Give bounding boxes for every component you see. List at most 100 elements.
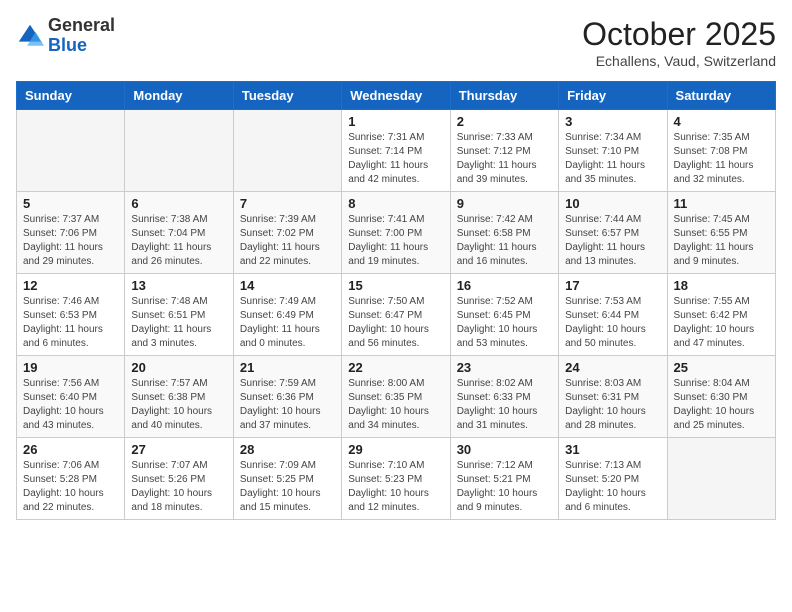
day-number: 2	[457, 114, 552, 129]
day-info: Sunrise: 7:12 AM Sunset: 5:21 PM Dayligh…	[457, 459, 552, 515]
day-number: 30	[457, 442, 552, 457]
day-info: Sunrise: 7:09 AM Sunset: 5:25 PM Dayligh…	[240, 459, 335, 515]
week-row-3: 12 Sunrise: 7:46 AM Sunset: 6:53 PM Dayli…	[17, 274, 776, 356]
day-cell: 26Sunrise: 7:06 AM Sunset: 5:28 PM Dayli…	[17, 438, 125, 520]
day-number: 19	[23, 360, 118, 375]
day-info: Sunrise: 7:57 AM Sunset: 6:38 PM Dayligh…	[131, 377, 226, 433]
day-info: Sunrise: 7:44 AM Sunset: 6:57 PM Dayligh…	[565, 213, 660, 269]
day-number: 4	[674, 114, 769, 129]
day-cell: 29 Sunrise: 7:10 AM Sunset: 5:23 PM Dayli…	[342, 438, 450, 520]
calendar-table: SundayMondayTuesdayWednesdayThursdayFrid…	[16, 81, 776, 520]
day-number: 9	[457, 196, 552, 211]
day-info: Sunrise: 7:10 AM Sunset: 5:23 PM Dayligh…	[348, 459, 443, 515]
day-number: 12	[23, 278, 118, 293]
day-number: 27	[131, 442, 226, 457]
day-number: 20	[131, 360, 226, 375]
day-cell: 5Sunrise: 7:37 AM Sunset: 7:06 PM Daylig…	[17, 192, 125, 274]
day-cell: 19 Sunrise: 7:56 AM Sunset: 6:40 PM Dayli…	[17, 356, 125, 438]
day-cell: 7 Sunrise: 7:39 AM Sunset: 7:02 PM Daylig…	[233, 192, 341, 274]
day-cell	[125, 110, 233, 192]
day-info: Sunrise: 7:42 AM Sunset: 6:58 PM Dayligh…	[457, 213, 552, 269]
day-number: 8	[348, 196, 443, 211]
day-cell: 9 Sunrise: 7:42 AM Sunset: 6:58 PM Daylig…	[450, 192, 558, 274]
day-number: 22	[348, 360, 443, 375]
day-info: Sunrise: 7:13 AM Sunset: 5:20 PM Dayligh…	[565, 459, 660, 515]
day-cell: 18Sunrise: 7:55 AM Sunset: 6:42 PM Dayli…	[667, 274, 775, 356]
day-number: 17	[565, 278, 660, 293]
page-header: General Blue October 2025 Echallens, Vau…	[16, 16, 776, 69]
day-info: Sunrise: 7:33 AM Sunset: 7:12 PM Dayligh…	[457, 131, 552, 187]
day-number: 16	[457, 278, 552, 293]
day-number: 13	[131, 278, 226, 293]
day-info: Sunrise: 7:06 AM Sunset: 5:28 PM Dayligh…	[23, 459, 118, 515]
logo-general: General	[48, 16, 115, 36]
day-info: Sunrise: 7:07 AM Sunset: 5:26 PM Dayligh…	[131, 459, 226, 515]
header-cell-saturday: Saturday	[667, 82, 775, 110]
calendar-header: SundayMondayTuesdayWednesdayThursdayFrid…	[17, 82, 776, 110]
day-info: Sunrise: 7:56 AM Sunset: 6:40 PM Dayligh…	[23, 377, 118, 433]
day-number: 31	[565, 442, 660, 457]
header-row: SundayMondayTuesdayWednesdayThursdayFrid…	[17, 82, 776, 110]
day-number: 15	[348, 278, 443, 293]
day-cell	[17, 110, 125, 192]
day-number: 23	[457, 360, 552, 375]
month-title: October 2025	[582, 16, 776, 53]
day-cell	[233, 110, 341, 192]
week-row-1: 1Sunrise: 7:31 AM Sunset: 7:14 PM Daylig…	[17, 110, 776, 192]
day-cell: 14Sunrise: 7:49 AM Sunset: 6:49 PM Dayli…	[233, 274, 341, 356]
day-cell: 25Sunrise: 8:04 AM Sunset: 6:30 PM Dayli…	[667, 356, 775, 438]
day-info: Sunrise: 7:46 AM Sunset: 6:53 PM Dayligh…	[23, 295, 118, 351]
header-cell-wednesday: Wednesday	[342, 82, 450, 110]
day-number: 7	[240, 196, 335, 211]
header-cell-friday: Friday	[559, 82, 667, 110]
day-cell: 11 Sunrise: 7:45 AM Sunset: 6:55 PM Dayli…	[667, 192, 775, 274]
day-info: Sunrise: 8:00 AM Sunset: 6:35 PM Dayligh…	[348, 377, 443, 433]
day-cell: 24Sunrise: 8:03 AM Sunset: 6:31 PM Dayli…	[559, 356, 667, 438]
day-cell: 4Sunrise: 7:35 AM Sunset: 7:08 PM Daylig…	[667, 110, 775, 192]
week-row-5: 26Sunrise: 7:06 AM Sunset: 5:28 PM Dayli…	[17, 438, 776, 520]
day-cell: 28 Sunrise: 7:09 AM Sunset: 5:25 PM Dayli…	[233, 438, 341, 520]
day-number: 3	[565, 114, 660, 129]
title-block: October 2025 Echallens, Vaud, Switzerlan…	[582, 16, 776, 69]
logo-icon	[16, 22, 44, 50]
day-cell: 22 Sunrise: 8:00 AM Sunset: 6:35 PM Dayli…	[342, 356, 450, 438]
day-cell: 6Sunrise: 7:38 AM Sunset: 7:04 PM Daylig…	[125, 192, 233, 274]
day-cell: 21 Sunrise: 7:59 AM Sunset: 6:36 PM Dayli…	[233, 356, 341, 438]
day-cell: 13 Sunrise: 7:48 AM Sunset: 6:51 PM Dayli…	[125, 274, 233, 356]
day-number: 14	[240, 278, 335, 293]
day-info: Sunrise: 7:50 AM Sunset: 6:47 PM Dayligh…	[348, 295, 443, 351]
day-info: Sunrise: 7:34 AM Sunset: 7:10 PM Dayligh…	[565, 131, 660, 187]
header-cell-tuesday: Tuesday	[233, 82, 341, 110]
day-number: 11	[674, 196, 769, 211]
day-info: Sunrise: 7:39 AM Sunset: 7:02 PM Dayligh…	[240, 213, 335, 269]
day-info: Sunrise: 7:31 AM Sunset: 7:14 PM Dayligh…	[348, 131, 443, 187]
header-cell-monday: Monday	[125, 82, 233, 110]
day-number: 21	[240, 360, 335, 375]
logo-text: General Blue	[48, 16, 115, 56]
day-info: Sunrise: 7:53 AM Sunset: 6:44 PM Dayligh…	[565, 295, 660, 351]
day-info: Sunrise: 8:03 AM Sunset: 6:31 PM Dayligh…	[565, 377, 660, 433]
day-cell: 17 Sunrise: 7:53 AM Sunset: 6:44 PM Dayli…	[559, 274, 667, 356]
day-info: Sunrise: 7:37 AM Sunset: 7:06 PM Dayligh…	[23, 213, 118, 269]
day-number: 18	[674, 278, 769, 293]
day-cell: 10 Sunrise: 7:44 AM Sunset: 6:57 PM Dayli…	[559, 192, 667, 274]
logo-blue: Blue	[48, 36, 115, 56]
day-number: 10	[565, 196, 660, 211]
week-row-4: 19 Sunrise: 7:56 AM Sunset: 6:40 PM Dayli…	[17, 356, 776, 438]
header-cell-thursday: Thursday	[450, 82, 558, 110]
calendar-body: 1Sunrise: 7:31 AM Sunset: 7:14 PM Daylig…	[17, 110, 776, 520]
location: Echallens, Vaud, Switzerland	[582, 53, 776, 69]
day-cell: 15 Sunrise: 7:50 AM Sunset: 6:47 PM Dayli…	[342, 274, 450, 356]
day-info: Sunrise: 7:59 AM Sunset: 6:36 PM Dayligh…	[240, 377, 335, 433]
day-info: Sunrise: 7:48 AM Sunset: 6:51 PM Dayligh…	[131, 295, 226, 351]
day-number: 28	[240, 442, 335, 457]
day-cell: 31 Sunrise: 7:13 AM Sunset: 5:20 PM Dayli…	[559, 438, 667, 520]
day-cell: 30 Sunrise: 7:12 AM Sunset: 5:21 PM Dayli…	[450, 438, 558, 520]
day-number: 6	[131, 196, 226, 211]
day-cell: 1Sunrise: 7:31 AM Sunset: 7:14 PM Daylig…	[342, 110, 450, 192]
day-number: 29	[348, 442, 443, 457]
day-cell: 20 Sunrise: 7:57 AM Sunset: 6:38 PM Dayli…	[125, 356, 233, 438]
day-info: Sunrise: 7:45 AM Sunset: 6:55 PM Dayligh…	[674, 213, 769, 269]
logo: General Blue	[16, 16, 115, 56]
day-number: 25	[674, 360, 769, 375]
